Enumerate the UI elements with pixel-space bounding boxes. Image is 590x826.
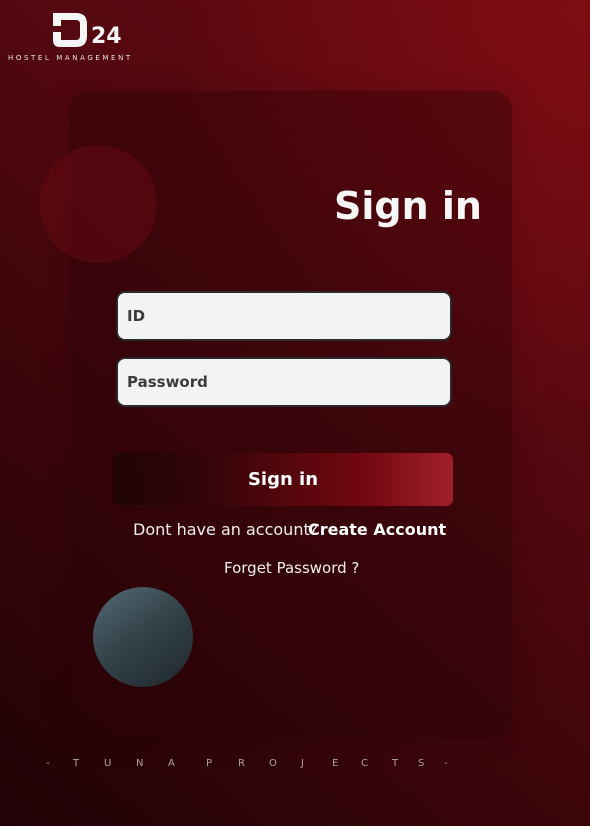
footer-char: J: [301, 758, 304, 769]
footer-char: T: [73, 758, 80, 769]
footer-char: -: [46, 758, 50, 769]
footer-char: A: [168, 758, 175, 769]
footer-char: R: [238, 758, 245, 769]
create-account-row: Dont have an account? Create Account: [0, 520, 590, 542]
decorative-circle-top: [39, 145, 157, 263]
page-title: Sign in: [334, 184, 482, 228]
brand-logo: 24 HOSTEL MANAGEMENT: [8, 10, 158, 66]
footer-char: E: [332, 758, 339, 769]
logo-subtitle: HOSTEL MANAGEMENT: [8, 54, 133, 62]
sign-in-button[interactable]: Sign in: [113, 453, 453, 506]
footer-char: P: [206, 758, 213, 769]
footer-char: C: [361, 758, 368, 769]
footer-char: N: [136, 758, 144, 769]
footer-credit: - T U N A P R O J E C T S -: [0, 758, 590, 774]
d-logo-icon: [53, 13, 87, 47]
id-input[interactable]: [116, 291, 452, 341]
create-account-link[interactable]: Create Account: [308, 520, 446, 539]
decorative-orb: [93, 587, 193, 687]
account-prompt-text: Dont have an account?: [133, 520, 319, 539]
footer-char: S: [418, 758, 425, 769]
forget-password-link[interactable]: Forget Password ?: [224, 559, 359, 577]
footer-char: U: [104, 758, 112, 769]
logo-number: 24: [91, 24, 122, 49]
footer-char: -: [444, 758, 448, 769]
footer-char: O: [269, 758, 277, 769]
password-input[interactable]: [116, 357, 452, 407]
footer-char: T: [392, 758, 399, 769]
